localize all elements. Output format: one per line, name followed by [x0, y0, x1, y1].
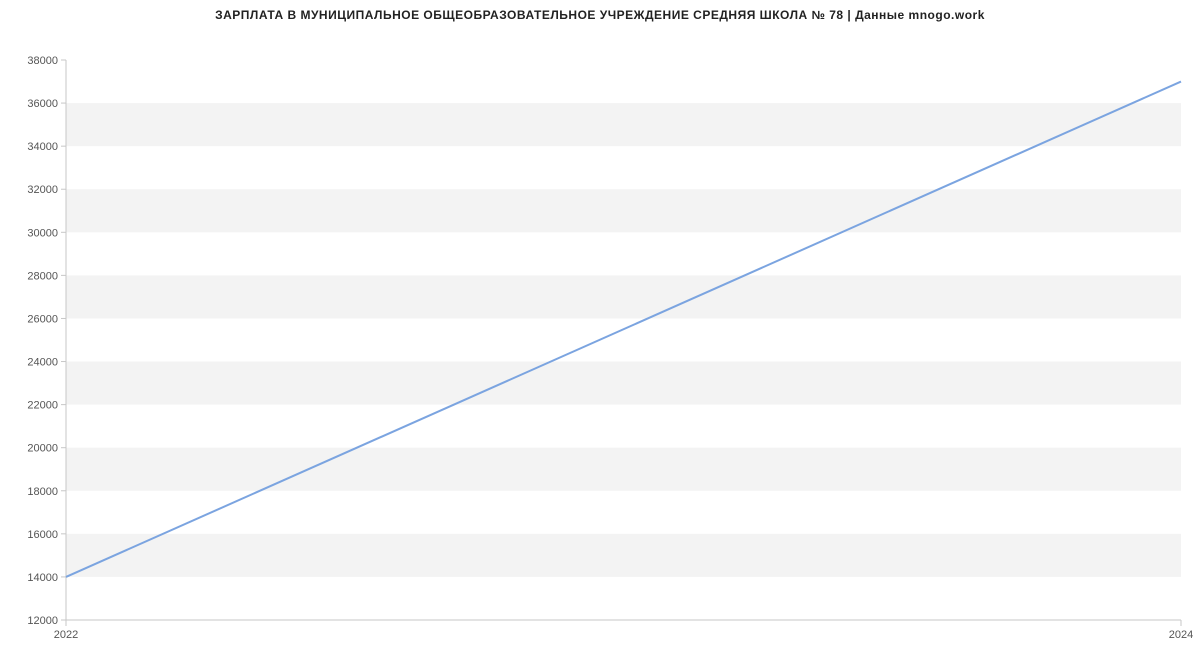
data-line: [66, 82, 1181, 577]
grid-band: [66, 189, 1181, 232]
y-tick-label: 22000: [27, 400, 58, 412]
y-tick-label: 12000: [27, 615, 58, 627]
grid-band: [66, 103, 1181, 146]
x-tick-label: 2024: [1169, 629, 1193, 641]
y-tick-label: 28000: [27, 270, 58, 282]
grid-band: [66, 534, 1181, 577]
grid-band: [66, 448, 1181, 491]
line-chart: 12000 14000 16000 18000 20000 22000 24000 26000…: [0, 22, 1200, 642]
y-tick-label: 36000: [27, 98, 58, 110]
y-tick-label: 16000: [27, 529, 58, 541]
y-tick-label: 30000: [27, 227, 58, 239]
grid-band: [66, 275, 1181, 318]
y-tick-label: 14000: [27, 572, 58, 584]
chart-title: ЗАРПЛАТА В МУНИЦИПАЛЬНОЕ ОБЩЕОБРАЗОВАТЕЛ…: [0, 0, 1200, 22]
y-tick-label: 24000: [27, 357, 58, 369]
y-tick-label: 20000: [27, 443, 58, 455]
y-tick-label: 26000: [27, 313, 58, 325]
x-tick-label: 2022: [54, 629, 78, 641]
y-tick-label: 18000: [27, 486, 58, 498]
grid-band: [66, 362, 1181, 405]
y-tick-label: 34000: [27, 141, 58, 153]
y-tick-label: 32000: [27, 184, 58, 196]
y-tick-label: 38000: [27, 55, 58, 67]
